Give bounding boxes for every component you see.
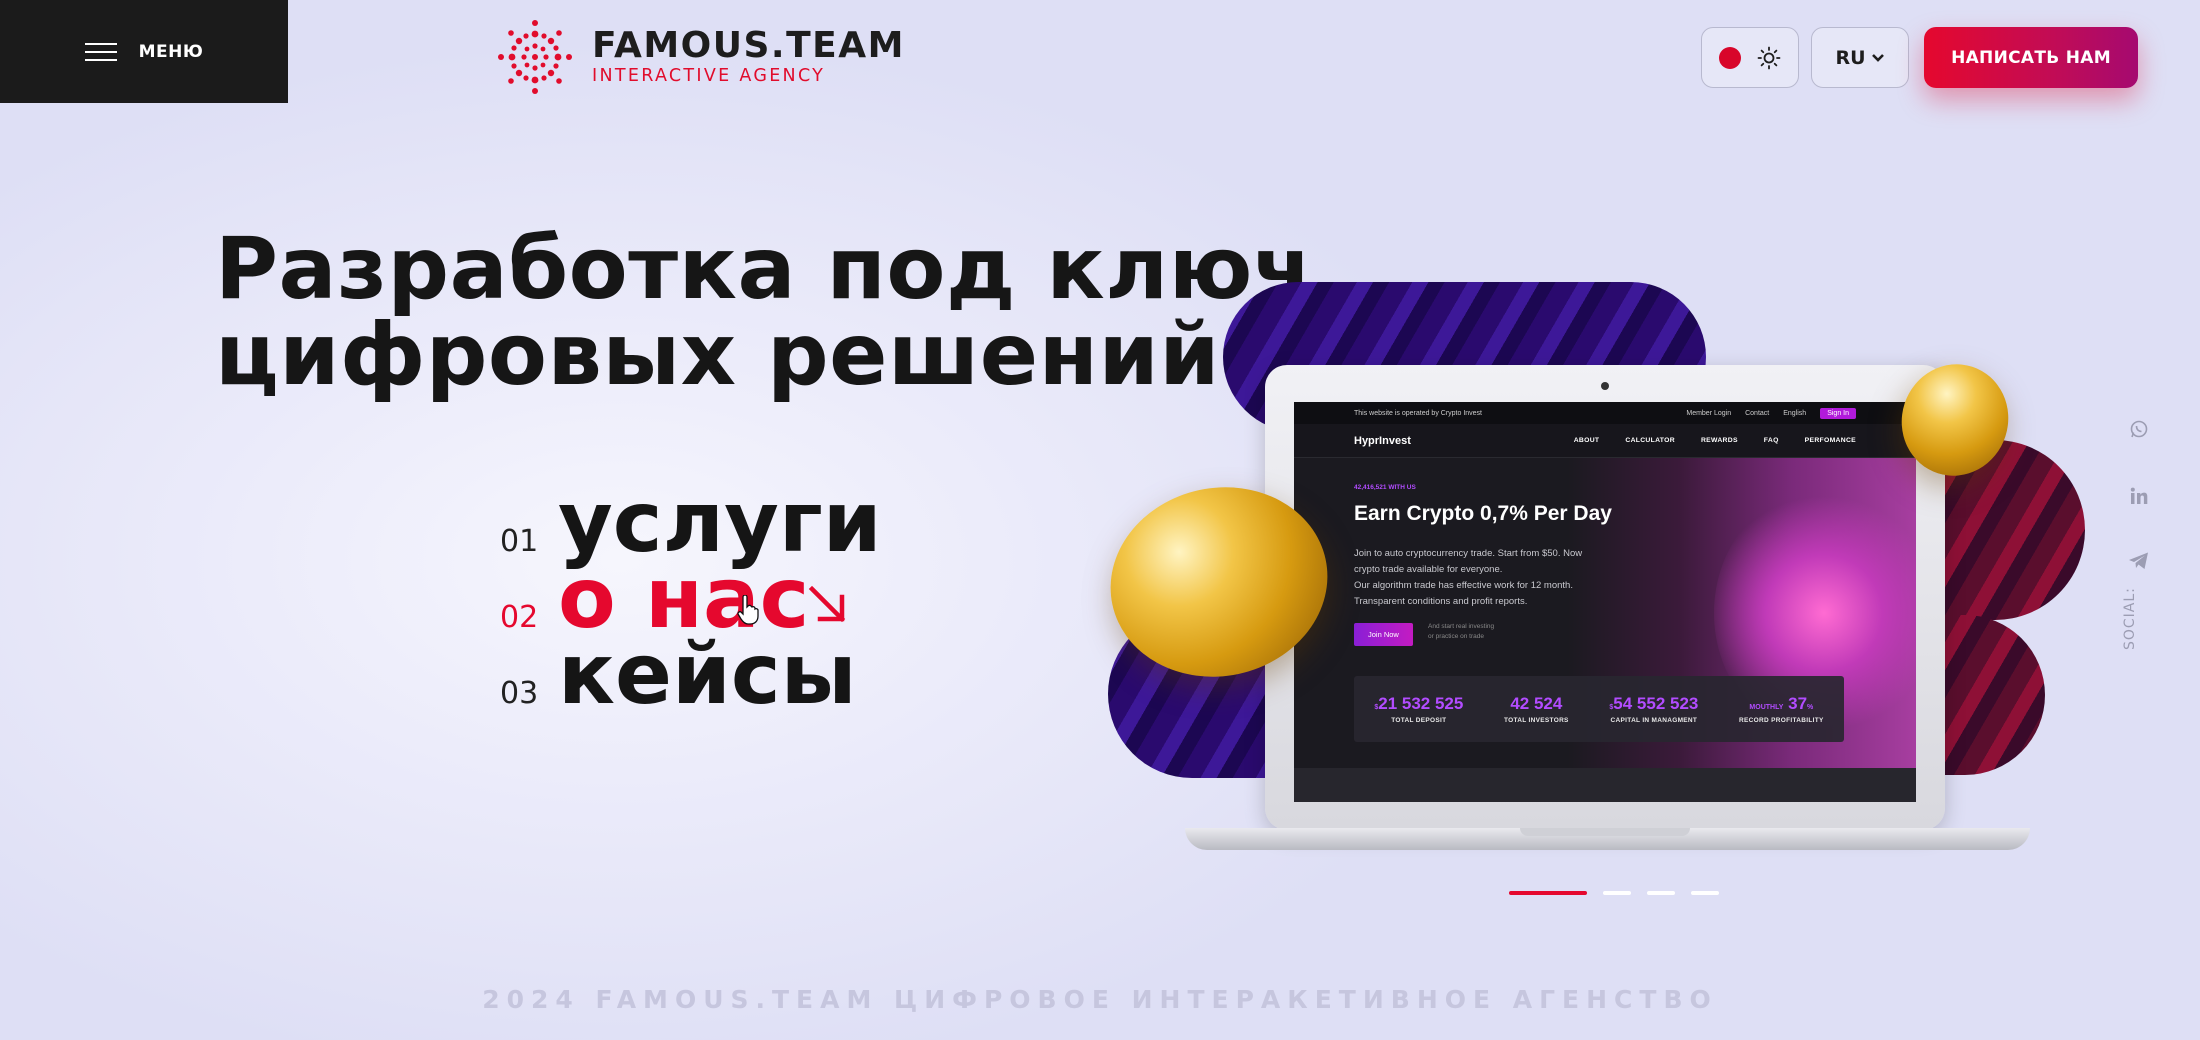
sun-icon <box>1757 46 1781 69</box>
mockup-signin: Sign In <box>1820 407 1856 419</box>
mockup-contact: Contact <box>1745 409 1770 417</box>
chevron-down-icon <box>1871 53 1884 62</box>
theme-dot-icon <box>1719 46 1741 69</box>
mockup-join-note-line: And start real investing <box>1428 623 1495 630</box>
title-line-2: цифровых решений <box>215 305 1221 405</box>
page-title: Разработка под ключ цифровых решений <box>215 226 1312 398</box>
nav-item-cases[interactable]: 03 кейсы <box>500 632 882 716</box>
slider-dot-4[interactable] <box>1691 891 1719 895</box>
logo[interactable]: FAMOUS.TEAM INTERACTIVE AGENCY <box>498 20 905 94</box>
laptop-notch <box>1520 828 1690 836</box>
laptop-camera <box>1601 382 1609 390</box>
nav-number: 03 <box>500 676 539 711</box>
mockup-stat: $21 532 525 TOTAL DEPOSIT <box>1374 694 1463 724</box>
contact-us-button[interactable]: НАПИСАТЬ НАМ <box>1924 27 2138 88</box>
mockup-notice: This website is operated by Crypto Inves… <box>1354 409 1483 417</box>
stat-value: 54 552 523 <box>1613 694 1699 713</box>
linkedin-icon[interactable] <box>2129 486 2149 506</box>
mockup-logo: HyprInvest <box>1354 434 1411 447</box>
stat-value: 42 524 <box>1510 694 1563 713</box>
mockup-link: ABOUT <box>1573 437 1600 444</box>
nav-number: 02 <box>500 600 539 635</box>
hand-cursor-icon <box>737 595 759 625</box>
mockup-link: FAQ <box>1763 437 1779 444</box>
slider-dot-1[interactable] <box>1509 891 1587 895</box>
language-value: RU <box>1835 46 1866 69</box>
mockup-stat: 42 524 TOTAL INVESTORS <box>1504 694 1569 724</box>
stat-label: CAPITAL IN MANAGMENT <box>1610 717 1698 724</box>
mockup-nav: HyprInvest ABOUT CALCULATOR REWARDS FAQ … <box>1294 424 1916 458</box>
mockup-join-note-line: or practice on trade <box>1428 633 1485 640</box>
slider-pagination <box>1509 891 1719 895</box>
laptop-screen: This website is operated by Crypto Inves… <box>1294 402 1916 802</box>
theme-toggle[interactable] <box>1701 27 1799 88</box>
stat-suffix: % <box>1807 704 1814 711</box>
mockup-desc-line: Join to auto cryptocurrency trade. Start… <box>1354 548 1583 559</box>
mockup-desc-line: crypto trade available for everyone. <box>1354 564 1503 575</box>
nav-number: 01 <box>500 524 539 559</box>
menu-button[interactable]: МЕНЮ <box>0 0 288 103</box>
stat-prefix: MOUTHLY <box>1749 704 1784 711</box>
nav-item-services[interactable]: 01 услуги <box>500 480 882 564</box>
mockup-link: CALCULATOR <box>1625 437 1675 444</box>
menu-label: МЕНЮ <box>138 41 204 62</box>
mockup-stat: MOUTHLY 37% RECORD PROFITABILITY <box>1739 694 1824 724</box>
slider-dot-2[interactable] <box>1603 891 1631 895</box>
language-select[interactable]: RU <box>1811 27 1909 88</box>
nav-label: кейсы <box>558 625 857 723</box>
mockup-stat: $54 552 523 CAPITAL IN MANAGMENT <box>1609 694 1698 724</box>
mockup-join-note: And start real investing or practice on … <box>1428 622 1494 642</box>
social-label: SOCIAL: <box>2122 587 2138 650</box>
mockup-link: REWARDS <box>1700 437 1738 444</box>
mockup-login: Member Login <box>1686 409 1732 417</box>
telegram-icon[interactable] <box>2128 551 2150 571</box>
title-line-1: Разработка под ключ <box>215 219 1313 319</box>
stat-label: TOTAL INVESTORS <box>1504 717 1569 724</box>
mockup-small-label: 42,416,521 WITH US <box>1354 484 1416 491</box>
whatsapp-icon[interactable] <box>2129 419 2149 439</box>
mockup-hero: 42,416,521 WITH US Earn Crypto 0,7% Per … <box>1294 458 1916 768</box>
mockup-footer <box>1294 768 1916 802</box>
decorative-pill-right-bottom <box>1940 615 2045 775</box>
stat-label: RECORD PROFITABILITY <box>1739 717 1824 724</box>
mockup-stats: $21 532 525 TOTAL DEPOSIT 42 524 TOTAL I… <box>1354 676 1844 742</box>
mockup-desc-line: Our algorithm trade has effective work f… <box>1354 580 1573 591</box>
brand-tagline: INTERACTIVE AGENCY <box>592 66 826 86</box>
slider-dot-3[interactable] <box>1647 891 1675 895</box>
stat-value: 21 532 525 <box>1378 694 1464 713</box>
mockup-language: English <box>1783 409 1807 417</box>
footer-text: 2024 FAMOUS.TEAM ЦИФРОВОЕ ИНТЕРАКЕТИВНОЕ… <box>482 985 1718 1014</box>
brand-name: FAMOUS.TEAM <box>592 25 905 66</box>
stat-label: TOTAL DEPOSIT <box>1391 717 1447 724</box>
mockup-desc-line: Transparent conditions and profit report… <box>1354 596 1528 607</box>
mockup-title: Earn Crypto 0,7% Per Day <box>1354 502 1612 525</box>
mockup-topbar: This website is operated by Crypto Inves… <box>1294 402 1916 424</box>
mockup-join-button: Join Now <box>1354 623 1413 646</box>
stat-value: 37 <box>1788 694 1808 713</box>
logo-icon <box>498 20 572 94</box>
mockup-link: PERFOMANCE <box>1804 437 1856 444</box>
mockup-description: Join to auto cryptocurrency trade. Start… <box>1354 546 1654 610</box>
arrow-down-right-icon <box>808 585 846 623</box>
hamburger-icon <box>84 42 117 61</box>
